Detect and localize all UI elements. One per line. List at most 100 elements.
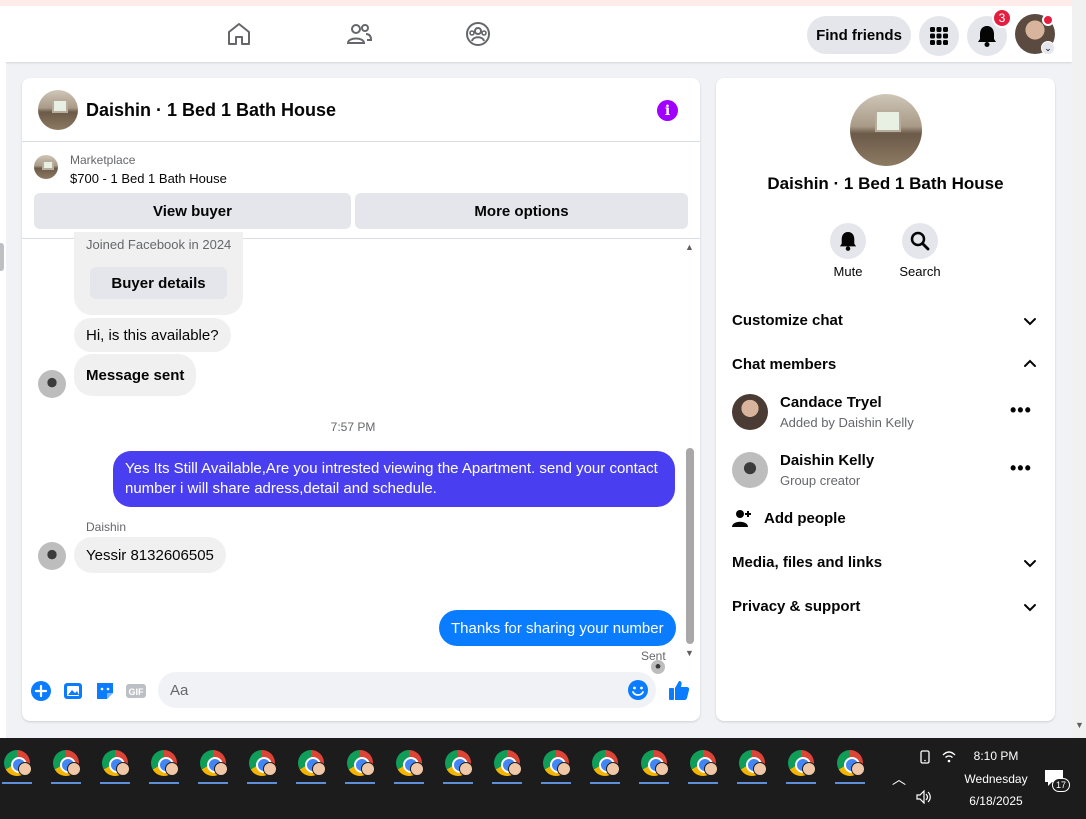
privacy-support-section[interactable]: Privacy & support (732, 598, 860, 615)
listing-price[interactable]: $700 - 1 Bed 1 Bath House (70, 171, 227, 186)
find-friends-button[interactable]: Find friends (807, 16, 911, 54)
clock-time[interactable]: 8:10 PM (966, 749, 1026, 763)
media-files-links-section[interactable]: Media, files and links (732, 554, 882, 571)
listing-photo[interactable] (850, 94, 922, 166)
chrome-taskbar-icon[interactable] (539, 746, 573, 784)
chrome-taskbar-icon[interactable] (490, 746, 524, 784)
top-navigation-bar: Find friends 3 ⌄ (0, 0, 1072, 62)
sticker-icon[interactable] (94, 680, 116, 702)
photo-icon[interactable] (62, 680, 84, 702)
chat-members-section[interactable]: Chat members (732, 356, 836, 373)
member-name[interactable]: Daishin Kelly (780, 452, 874, 469)
message-input-wrapper (158, 672, 656, 708)
grid-icon (930, 27, 948, 45)
page-scrollbar[interactable]: ▼ (1072, 0, 1086, 738)
chrome-taskbar-icon[interactable] (98, 746, 132, 784)
left-scroll-handle[interactable] (0, 243, 4, 271)
scroll-down-arrow-icon[interactable]: ▼ (685, 648, 694, 658)
info-title: Daishin · 1 Bed 1 Bath House (767, 174, 1004, 193)
member-avatar[interactable] (732, 394, 768, 430)
chrome-taskbar-icon[interactable] (392, 746, 426, 784)
chat-title[interactable]: Daishin · 1 Bed 1 Bath House (86, 100, 336, 121)
mute-button[interactable] (830, 223, 866, 259)
view-buyer-button[interactable]: View buyer (34, 193, 351, 229)
chevron-down-icon[interactable]: ⌄ (1041, 41, 1055, 55)
chrome-taskbar-icon[interactable] (294, 746, 328, 784)
member-name[interactable]: Candace Tryel (780, 394, 882, 411)
chrome-taskbar-icon[interactable] (686, 746, 720, 784)
add-people-button[interactable]: Add people (764, 510, 846, 527)
add-person-icon[interactable] (732, 508, 752, 528)
groups-icon[interactable] (464, 20, 492, 48)
message-bubble-outgoing[interactable]: Thanks for sharing your number (439, 610, 676, 646)
marketplace-listing-bar: Marketplace $700 - 1 Bed 1 Bath House Vi… (22, 143, 700, 239)
more-options-icon[interactable]: ••• (1010, 458, 1032, 479)
message-composer: GIF (22, 662, 700, 721)
chat-scrollbar-thumb[interactable] (686, 448, 694, 644)
chrome-taskbar-icon[interactable] (196, 746, 230, 784)
search-icon (910, 231, 930, 251)
message-list[interactable]: Joined Facebook in 2024 Buyer details Hi… (22, 232, 700, 674)
message-bubble-outgoing[interactable]: Yes Its Still Available,Are you intreste… (113, 451, 675, 507)
member-avatar[interactable] (732, 452, 768, 488)
chrome-taskbar-icon[interactable] (49, 746, 83, 784)
chat-info-panel: Daishin · 1 Bed 1 Bath House Mute Search… (716, 78, 1055, 721)
chrome-taskbar-icon[interactable] (833, 746, 867, 784)
chat-panel: Daishin · 1 Bed 1 Bath House i Marketpla… (22, 78, 700, 721)
like-icon[interactable] (667, 678, 691, 702)
sender-name: Daishin (86, 520, 127, 534)
more-options-button[interactable]: More options (355, 193, 688, 229)
scroll-down-arrow-icon[interactable]: ▼ (1075, 720, 1084, 730)
chat-header: Daishin · 1 Bed 1 Bath House i (22, 78, 700, 142)
buyer-profile-card: Joined Facebook in 2024 Buyer details (74, 232, 243, 315)
chrome-taskbar-icon[interactable] (784, 746, 818, 784)
marketplace-label: Marketplace (70, 153, 136, 167)
message-status: Sent (641, 649, 666, 663)
show-hidden-icons-chevron-icon[interactable]: ︿ (892, 769, 906, 789)
svg-text:GIF: GIF (129, 687, 145, 697)
scroll-up-arrow-icon[interactable]: ▲ (685, 242, 694, 252)
chrome-taskbar-icon[interactable] (637, 746, 671, 784)
notification-count-badge: 17 (1052, 778, 1070, 792)
notification-badge: 3 (992, 8, 1012, 28)
clock-day[interactable]: Wednesday (960, 772, 1032, 786)
info-icon[interactable]: i (657, 100, 678, 121)
sender-avatar[interactable] (38, 370, 66, 398)
search-button[interactable] (902, 223, 938, 259)
buyer-details-button[interactable]: Buyer details (90, 267, 227, 299)
friends-icon[interactable] (345, 20, 373, 48)
more-options-icon[interactable]: ••• (1010, 400, 1032, 421)
plus-icon[interactable] (30, 680, 52, 702)
chrome-taskbar-icon[interactable] (343, 746, 377, 784)
chrome-taskbar-icon[interactable] (245, 746, 279, 784)
listing-thumbnail[interactable] (38, 90, 78, 130)
message-bubble[interactable]: Hi, is this available? (74, 318, 231, 352)
message-bubble[interactable]: Message sent (74, 354, 197, 396)
gif-icon[interactable]: GIF (125, 680, 147, 702)
menu-grid-button[interactable] (919, 16, 959, 56)
chevron-down-icon[interactable] (1022, 313, 1038, 329)
chevron-down-icon[interactable] (1022, 555, 1038, 571)
status-dot (1042, 14, 1054, 26)
message-bubble[interactable]: Yessir 8132606505 (74, 537, 226, 573)
chrome-taskbar-icon[interactable] (0, 746, 34, 784)
wifi-icon[interactable] (942, 751, 956, 763)
volume-icon[interactable] (916, 790, 932, 804)
message-input[interactable] (170, 672, 610, 708)
timestamp: 7:57 PM (330, 420, 376, 434)
chrome-taskbar-icon[interactable] (735, 746, 769, 784)
sender-avatar[interactable] (38, 542, 66, 570)
emoji-icon[interactable] (627, 679, 649, 701)
home-icon[interactable] (225, 20, 253, 48)
clock-date[interactable]: 6/18/2025 (960, 794, 1032, 808)
customize-chat-section[interactable]: Customize chat (732, 312, 843, 329)
chevron-up-icon[interactable] (1022, 356, 1038, 372)
chevron-down-icon[interactable] (1022, 599, 1038, 615)
bell-icon (978, 26, 996, 47)
mute-label: Mute (833, 264, 863, 279)
phone-link-icon[interactable] (918, 750, 932, 764)
chrome-taskbar-icon[interactable] (588, 746, 622, 784)
chrome-taskbar-icon[interactable] (441, 746, 475, 784)
chrome-taskbar-icon[interactable] (147, 746, 181, 784)
member-role: Group creator (780, 473, 861, 488)
